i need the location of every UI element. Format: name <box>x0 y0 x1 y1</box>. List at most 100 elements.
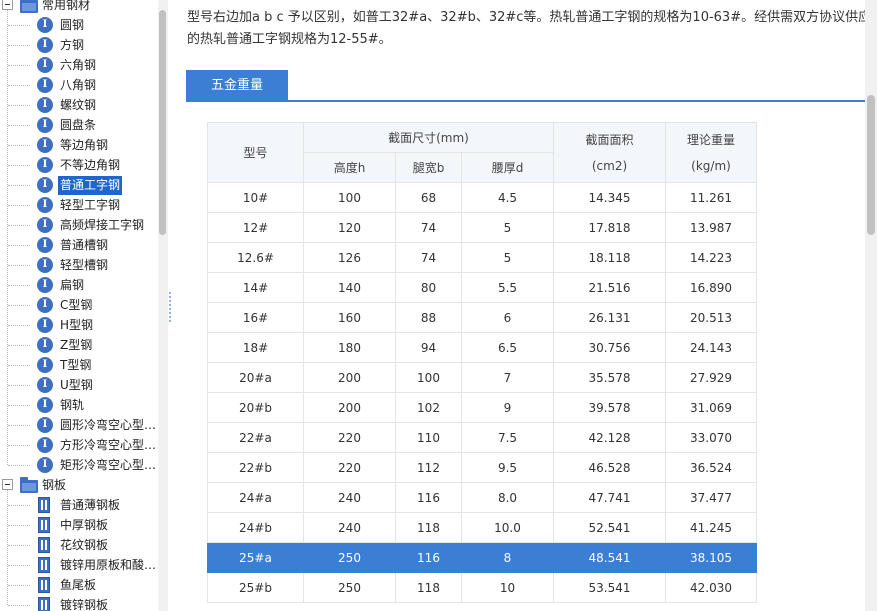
tree-item[interactable]: I 扁钢 <box>0 275 170 295</box>
tree-group-1[interactable]: 常用钢材 <box>0 0 170 15</box>
cell-area: 18.118 <box>553 242 666 273</box>
cell-model: 25#a <box>207 542 304 573</box>
tree-connector <box>8 45 30 46</box>
tree-item[interactable]: I 轻型工字钢 <box>0 195 170 215</box>
i-beam-icon: I <box>37 277 53 293</box>
tree-item-label: 等边角钢 <box>60 138 109 152</box>
i-beam-icon: I <box>37 257 53 273</box>
tree-item[interactable]: 普通薄钢板 <box>0 495 170 515</box>
tree-item[interactable]: I 普通槽钢 <box>0 235 170 255</box>
tree-connector <box>8 245 30 246</box>
tree-item-label: 镀锌用原板和酸… <box>60 558 157 572</box>
tree-item-label: 圆形冷弯空心型… <box>60 418 157 432</box>
tree-item-label: 钢轨 <box>60 398 85 412</box>
table-row[interactable]: 12# 120 74 5 17.818 13.987 <box>207 212 757 243</box>
tree-scrollbar-thumb[interactable] <box>159 10 166 235</box>
tree-item[interactable]: I 方形冷弯空心型… <box>0 435 170 455</box>
folder-icon <box>20 0 38 13</box>
table-row[interactable]: 14# 140 80 5.5 21.516 16.890 <box>207 272 757 303</box>
tree-item[interactable]: I 方钢 <box>0 35 170 55</box>
cell-waist-thickness: 7.5 <box>461 422 554 453</box>
tree-item[interactable]: I U型钢 <box>0 375 170 395</box>
i-beam-icon: I <box>37 357 53 373</box>
tree-connector <box>8 525 30 526</box>
tree-connector <box>8 65 30 66</box>
cell-height: 160 <box>303 302 396 333</box>
tree-connector <box>8 445 30 446</box>
cell-height: 220 <box>303 452 396 483</box>
collapse-toggle-icon[interactable] <box>2 479 13 490</box>
tab-hardware-weight[interactable]: 五金重量 <box>186 70 288 101</box>
tree-item[interactable]: I 矩形冷弯空心型… <box>0 455 170 475</box>
table-row[interactable]: 24#a 240 116 8.0 47.741 37.477 <box>207 482 757 513</box>
tree-group-label: 钢板 <box>42 478 67 492</box>
cell-waist-thickness: 5 <box>461 242 554 273</box>
tree-item[interactable]: I 螺纹钢 <box>0 95 170 115</box>
tree-item-label: 圆盘条 <box>60 118 97 132</box>
cell-height: 126 <box>303 242 396 273</box>
cell-weight: 27.929 <box>665 362 757 393</box>
tree-scrollbar[interactable] <box>158 0 168 611</box>
cell-waist-thickness: 10.0 <box>461 512 554 543</box>
tree-item[interactable]: I 等边角钢 <box>0 135 170 155</box>
content-scrollbar[interactable] <box>865 0 877 611</box>
cell-height: 100 <box>303 182 396 213</box>
tree-item[interactable]: I 钢轨 <box>0 395 170 415</box>
tree-connector <box>8 185 30 186</box>
cell-waist-thickness: 6.5 <box>461 332 554 363</box>
tree-item[interactable]: 中厚钢板 <box>0 515 170 535</box>
tree-item[interactable]: 花纹钢板 <box>0 535 170 555</box>
table-row[interactable]: 24#b 240 118 10.0 52.541 41.245 <box>207 512 757 543</box>
header-leg-width: 腿宽b <box>395 152 462 183</box>
tree-item[interactable]: I 圆形冷弯空心型… <box>0 415 170 435</box>
tree-item[interactable]: 镀锌用原板和酸… <box>0 555 170 575</box>
cell-weight: 13.987 <box>665 212 757 243</box>
table-row[interactable]: 22#a 220 110 7.5 42.128 33.070 <box>207 422 757 453</box>
cell-leg-width: 68 <box>395 182 462 213</box>
tree-item[interactable]: I 不等边角钢 <box>0 155 170 175</box>
tree-item-label: 普通薄钢板 <box>60 498 121 512</box>
table-row[interactable]: 18# 180 94 6.5 30.756 24.143 <box>207 332 757 363</box>
cell-area: 53.541 <box>553 572 666 603</box>
table-row[interactable]: 25#b 250 118 10 53.541 42.030 <box>207 572 757 603</box>
tree-item[interactable]: I 圆钢 <box>0 15 170 35</box>
content-scrollbar-thumb[interactable] <box>867 95 875 235</box>
tree-item[interactable]: 镀锌钢板 <box>0 595 170 611</box>
tree-item[interactable]: I T型钢 <box>0 355 170 375</box>
tree-item[interactable]: I C型钢 <box>0 295 170 315</box>
tree-item[interactable]: I Z型钢 <box>0 335 170 355</box>
tree-connector <box>8 385 30 386</box>
table-row[interactable]: 20#b 200 102 9 39.578 31.069 <box>207 392 757 423</box>
header-height: 高度h <box>303 152 396 183</box>
cell-waist-thickness: 8.0 <box>461 482 554 513</box>
table-row[interactable]: 16# 160 88 6 26.131 20.513 <box>207 302 757 333</box>
tree-item[interactable]: I 圆盘条 <box>0 115 170 135</box>
weight-table: 型号 截面尺寸(mm) 截面面积 (cm2) 理论重量 (kg/m) 高度h 腿… <box>207 122 757 603</box>
cell-model: 10# <box>207 182 304 213</box>
tree-item[interactable]: I H型钢 <box>0 315 170 335</box>
header-area-unit: (cm2) <box>591 158 628 173</box>
tree-item[interactable]: I 六角钢 <box>0 55 170 75</box>
tree-connector <box>8 145 30 146</box>
tree-group-2[interactable]: 钢板 <box>0 475 170 495</box>
tree-item[interactable]: I 八角钢 <box>0 75 170 95</box>
cell-leg-width: 74 <box>395 212 462 243</box>
tree-item[interactable]: I 普通工字钢 <box>0 175 170 195</box>
header-waist-thickness: 腰厚d <box>461 152 554 183</box>
table-row[interactable]: 20#a 200 100 7 35.578 27.929 <box>207 362 757 393</box>
tree-item-label: 方钢 <box>60 38 85 52</box>
collapse-toggle-icon[interactable] <box>2 0 13 10</box>
table-row[interactable]: 10# 100 68 4.5 14.345 11.261 <box>207 182 757 213</box>
table-row[interactable]: 12.6# 126 74 5 18.118 14.223 <box>207 242 757 273</box>
cell-height: 240 <box>303 512 396 543</box>
cell-leg-width: 102 <box>395 392 462 423</box>
cell-model: 18# <box>207 332 304 363</box>
header-section-size: 截面尺寸(mm) <box>303 122 554 153</box>
table-row[interactable]: 22#b 220 112 9.5 46.528 36.524 <box>207 452 757 483</box>
cell-model: 25#b <box>207 572 304 603</box>
tree-item[interactable]: 鱼尾板 <box>0 575 170 595</box>
i-beam-icon: I <box>37 157 53 173</box>
tree-item[interactable]: I 轻型槽钢 <box>0 255 170 275</box>
table-row[interactable]: 25#a 250 116 8 48.541 38.105 <box>207 542 757 573</box>
tree-item[interactable]: I 高频焊接工字钢 <box>0 215 170 235</box>
